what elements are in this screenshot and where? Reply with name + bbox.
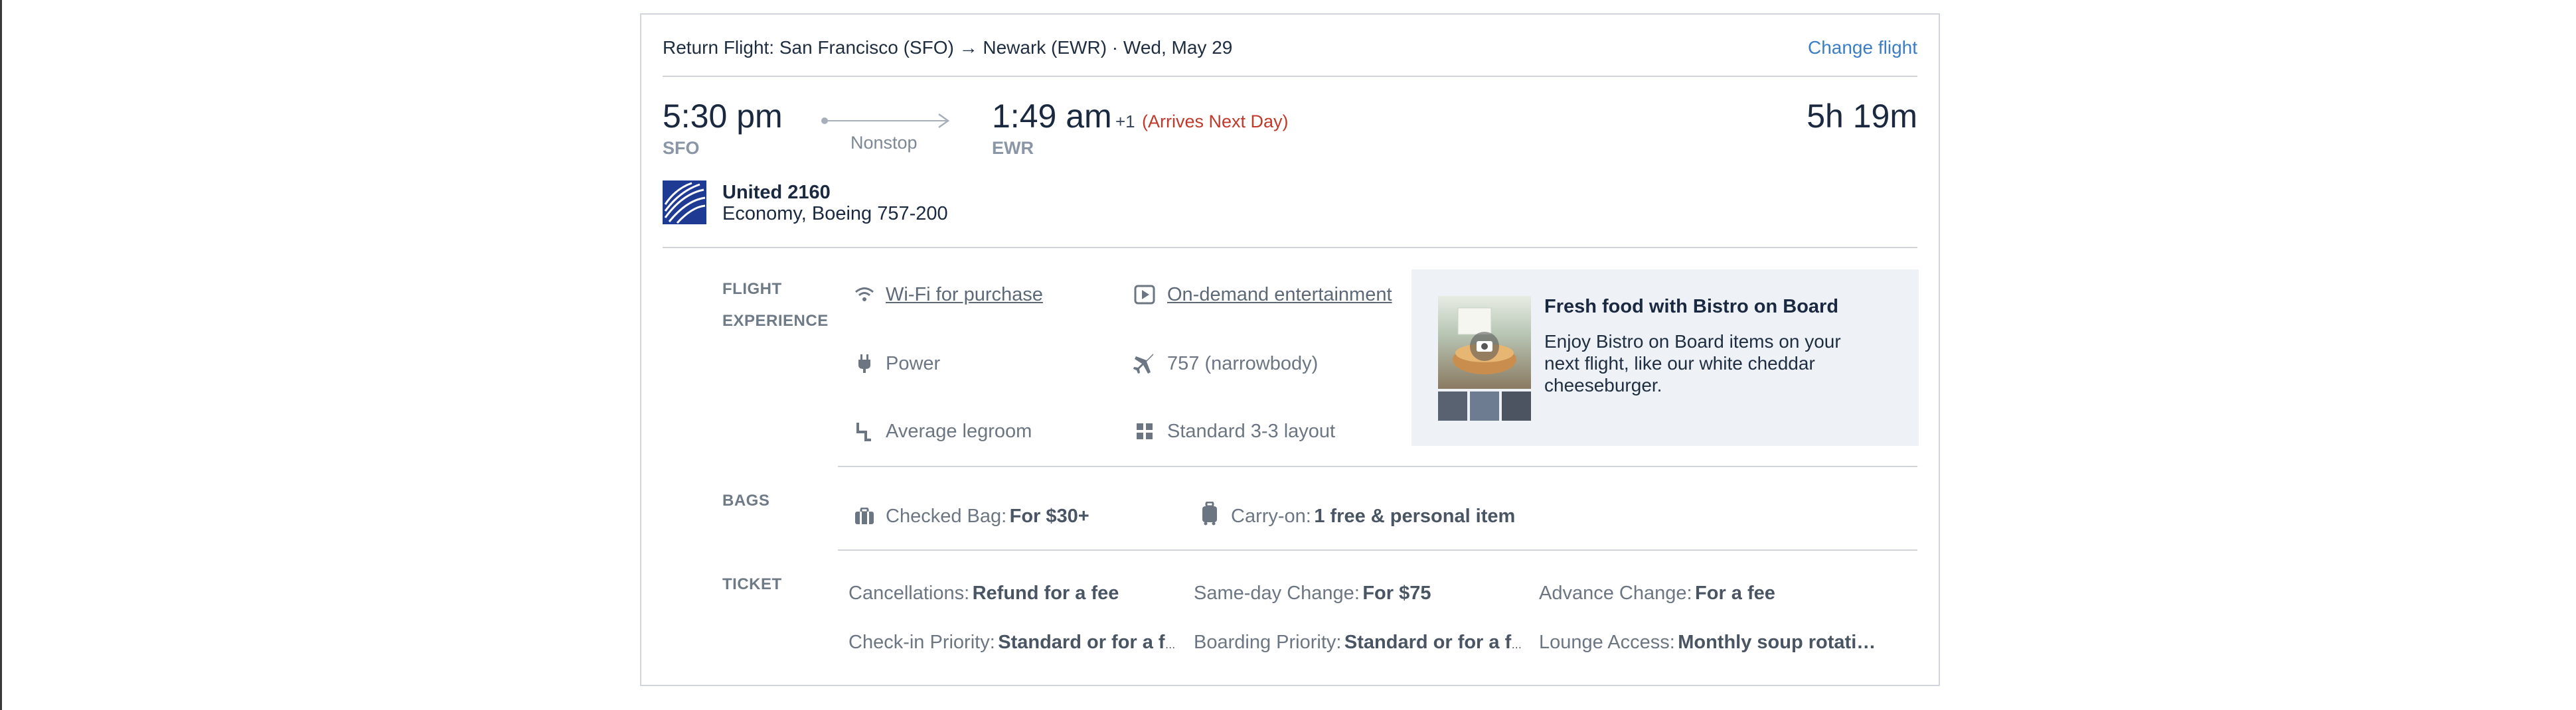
depart-airport-code: SFO: [663, 138, 700, 158]
promo-food-photo: [1438, 296, 1531, 389]
aircraft-type-text: 757 (narrowbody): [1167, 353, 1319, 374]
stops-label: Nonstop: [850, 133, 918, 153]
airplane-icon: [1133, 352, 1157, 376]
bags-label: BAGS: [722, 492, 770, 510]
united-logo-icon: [663, 180, 706, 224]
flight-details-card: Return Flight: San Francisco (SFO) → New…: [640, 13, 1940, 686]
carry-on-icon: [1198, 502, 1222, 526]
ticket-advance-change: Advance Change: For a fee: [1539, 583, 1775, 604]
checked-bag-value: For $30+: [1009, 506, 1089, 527]
promo-thumbnail-1[interactable]: [1438, 391, 1467, 421]
header-divider: [663, 76, 1917, 77]
route-arrow-icon: [821, 113, 950, 129]
seat-icon: [852, 419, 876, 443]
checked-bag-info: Checked Bag: For $30+: [886, 506, 1089, 528]
legroom-text: Average legroom: [886, 421, 1032, 442]
ticket-cancellations: Cancellations: Refund for a fee: [848, 583, 1119, 604]
play-icon: [1133, 283, 1157, 307]
carry-on-key: Carry-on:: [1231, 506, 1311, 527]
wifi-link[interactable]: Wi-Fi for purchase: [886, 284, 1043, 306]
seat-layout-text: Standard 3-3 layout: [1167, 421, 1336, 442]
flight-experience-label: FLIGHT EXPERIENCE: [722, 280, 829, 330]
experience-divider: [838, 466, 1917, 467]
ticket-checkin-priority: Check-in Priority: Standard or for a f…: [848, 632, 1180, 653]
day-offset: +1: [1115, 111, 1135, 131]
bistro-promo[interactable]: Fresh food with Bistro on Board Enjoy Bi…: [1411, 269, 1919, 446]
bags-divider: [838, 549, 1917, 551]
promo-text: Enjoy Bistro on Board items on your next…: [1544, 331, 1841, 395]
power-plug-icon: [852, 352, 876, 376]
flight-title: Return Flight: San Francisco (SFO) → New…: [663, 37, 1233, 58]
window-edge: [0, 0, 2, 710]
checked-bag-icon: [852, 504, 876, 528]
promo-thumbnail-3[interactable]: [1502, 391, 1531, 421]
wifi-icon: [852, 283, 876, 307]
ticket-same-day-change: Same-day Change: For $75: [1194, 583, 1431, 604]
power-text: Power: [886, 353, 941, 374]
promo-title: Fresh food with Bistro on Board: [1544, 296, 1839, 317]
grid-layout-icon: [1133, 419, 1157, 443]
flight-number: United 2160: [722, 182, 831, 203]
arrive-airport-code: EWR: [992, 138, 1034, 158]
airline-divider: [663, 247, 1917, 248]
ticket-label: TICKET: [722, 575, 782, 593]
carry-on-value: 1 free & personal item: [1314, 506, 1516, 527]
arrives-next-day-note: (Arrives Next Day): [1142, 111, 1289, 131]
cabin-aircraft: Economy, Boeing 757-200: [722, 203, 948, 224]
ticket-boarding-priority: Boarding Priority: Standard or for a f…: [1194, 632, 1526, 653]
change-flight-link[interactable]: Change flight: [1808, 37, 1917, 58]
entertainment-link[interactable]: On-demand entertainment: [1167, 284, 1392, 306]
carry-on-info: Carry-on: 1 free & personal item: [1231, 506, 1515, 528]
checked-bag-key: Checked Bag:: [886, 506, 1007, 527]
depart-time: 5:30 pm: [663, 98, 783, 135]
arrive-time: 1:49 am: [992, 98, 1112, 135]
flight-duration: 5h 19m: [1807, 98, 1917, 135]
ticket-lounge-access: Lounge Access: Monthly soup rotati…: [1539, 632, 1876, 653]
promo-thumbnail-2[interactable]: [1470, 391, 1499, 421]
